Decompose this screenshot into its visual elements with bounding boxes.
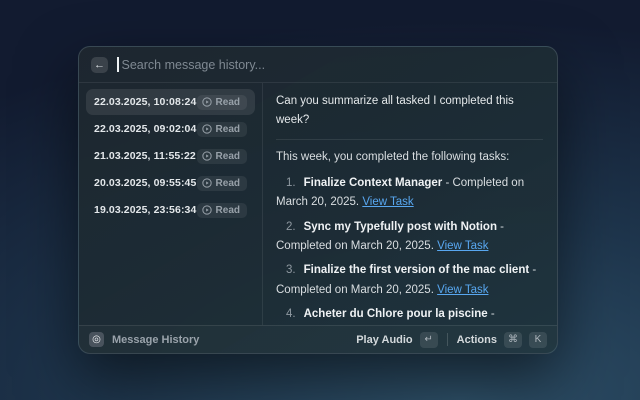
task-item: 1.Finalize Context Manager - Completed o…	[276, 174, 543, 213]
play-circle-icon	[202, 97, 212, 107]
play-circle-icon	[202, 124, 212, 134]
message-timestamp: 22.03.2025, 10:08:24	[94, 96, 196, 108]
footer-left: ◎ Message History	[89, 332, 199, 347]
user-question: Can you summarize all tasked I completed…	[276, 92, 543, 131]
cmd-key-icon: ⌘	[504, 332, 522, 348]
search-input[interactable]	[122, 58, 546, 72]
footer-bar: ◎ Message History Play Audio ↵ Actions ⌘…	[79, 325, 557, 353]
app-name-label: Message History	[112, 334, 199, 346]
task-number: 3.	[286, 264, 296, 276]
read-label: Read	[216, 124, 240, 135]
read-button[interactable]: Read	[197, 95, 247, 110]
list-item[interactable]: 21.03.2025, 11:55:22 Read	[86, 143, 255, 169]
content-area: 22.03.2025, 10:08:24 Read 22.03.2025, 09…	[79, 83, 557, 325]
list-item[interactable]: 20.03.2025, 09:55:45 Read	[86, 170, 255, 196]
enter-key-icon: ↵	[420, 332, 438, 348]
message-timestamp: 22.03.2025, 09:02:04	[94, 123, 196, 135]
task-item: 4.Acheter du Chlore pour la piscine - Co…	[276, 305, 543, 325]
task-number: 4.	[286, 308, 296, 320]
message-timestamp: 19.03.2025, 23:56:34	[94, 204, 196, 216]
message-history-window: ← 22.03.2025, 10:08:24 Read 22.03.2025, …	[78, 46, 558, 354]
play-audio-button[interactable]: Play Audio	[356, 334, 412, 346]
task-number: 2.	[286, 221, 296, 233]
play-circle-icon	[202, 151, 212, 161]
read-label: Read	[216, 97, 240, 108]
actions-button[interactable]: Actions	[457, 334, 497, 346]
text-cursor	[117, 57, 119, 72]
message-detail: Can you summarize all tasked I completed…	[263, 83, 557, 325]
task-name: Finalize the first version of the mac cl…	[304, 264, 530, 276]
read-button[interactable]: Read	[197, 176, 247, 191]
read-label: Read	[216, 151, 240, 162]
footer-divider	[447, 333, 448, 346]
view-task-link[interactable]: View Task	[437, 284, 488, 296]
read-label: Read	[216, 178, 240, 189]
read-label: Read	[216, 205, 240, 216]
back-button[interactable]: ←	[91, 57, 108, 73]
play-circle-icon	[202, 178, 212, 188]
search-bar: ←	[79, 47, 557, 83]
message-timestamp: 20.03.2025, 09:55:45	[94, 177, 196, 189]
task-item: 2.Sync my Typefully post with Notion - C…	[276, 218, 543, 257]
list-item[interactable]: 22.03.2025, 10:08:24 Read	[86, 89, 255, 115]
divider	[276, 139, 543, 140]
message-timestamp: 21.03.2025, 11:55:22	[94, 150, 196, 162]
k-key-icon: K	[529, 332, 547, 348]
footer-right: Play Audio ↵ Actions ⌘ K	[356, 332, 547, 348]
task-number: 1.	[286, 177, 296, 189]
list-item[interactable]: 22.03.2025, 09:02:04 Read	[86, 116, 255, 142]
read-button[interactable]: Read	[197, 122, 247, 137]
task-name: Finalize Context Manager	[304, 177, 443, 189]
read-button[interactable]: Read	[197, 203, 247, 218]
task-name: Sync my Typefully post with Notion	[304, 221, 497, 233]
list-item[interactable]: 19.03.2025, 23:56:34 Read	[86, 197, 255, 223]
read-button[interactable]: Read	[197, 149, 247, 164]
task-item: 3. Finalize the first version of the mac …	[276, 261, 543, 300]
message-list: 22.03.2025, 10:08:24 Read 22.03.2025, 09…	[79, 83, 263, 325]
app-icon: ◎	[89, 332, 104, 347]
view-task-link[interactable]: View Task	[362, 196, 413, 208]
view-task-link[interactable]: View Task	[437, 240, 488, 252]
assistant-intro: This week, you completed the following t…	[276, 148, 543, 167]
task-name: Acheter du Chlore pour la piscine	[304, 308, 488, 320]
play-circle-icon	[202, 205, 212, 215]
